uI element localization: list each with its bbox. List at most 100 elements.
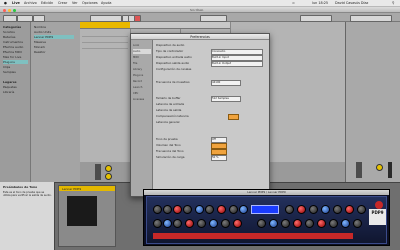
menu-ver[interactable]: Ver [72, 1, 78, 5]
buffer-size-select[interactable]: 512 Samples [211, 96, 241, 102]
synth-knob[interactable] [221, 219, 230, 228]
pan-knob[interactable] [105, 165, 112, 172]
volume-fader[interactable] [95, 164, 101, 180]
help-body: Este es el tono de prueba que se utiliza… [3, 191, 52, 197]
browser-category-plugins[interactable]: Plug-ins [3, 60, 28, 64]
pref-tab-cpu[interactable]: CPU [133, 91, 151, 96]
pref-tab-record[interactable]: Record [133, 79, 151, 84]
browser-category-clips[interactable]: Clips [3, 65, 10, 69]
browser-place-library[interactable]: Librería [3, 90, 14, 94]
master-volume-fader[interactable] [356, 162, 362, 178]
spotlight-icon[interactable]: ⚲ [392, 1, 394, 5]
file-item-monark[interactable]: Monark [34, 45, 45, 49]
tempo-field[interactable] [17, 15, 33, 22]
synth-knob[interactable] [239, 205, 248, 214]
audio-output-select[interactable]: Built-in Output [211, 61, 263, 67]
sample-rate-select[interactable]: 44100 [211, 80, 241, 86]
synth-knob[interactable] [163, 219, 172, 228]
pref-tab-plugins[interactable]: Plug-ins [133, 73, 151, 78]
menu-crear[interactable]: Crear [58, 1, 67, 5]
pref-tab-licenses[interactable]: Licenses [133, 97, 151, 102]
synth-knob[interactable] [321, 205, 330, 214]
synth-knob[interactable] [233, 219, 242, 228]
pref-tab-look[interactable]: Look [133, 43, 151, 48]
arrangement-position-field[interactable] [90, 15, 122, 22]
menubar-clock[interactable]: lun 18:25 [312, 1, 328, 5]
synth-knob[interactable] [297, 205, 306, 214]
loop-start-field[interactable] [200, 15, 227, 22]
pref-tab-audio[interactable]: Audio [133, 49, 151, 54]
menu-ayuda[interactable]: Ayuda [101, 1, 111, 5]
file-item-lennar[interactable]: Lennar PDP9 [34, 35, 74, 39]
synth-knob[interactable] [317, 219, 326, 228]
minimize-window-icon[interactable] [8, 8, 11, 12]
browser-category-samples[interactable]: Samples [3, 70, 16, 74]
menubar-user[interactable]: David Casasús Díaz [335, 1, 368, 5]
cpu-load-field[interactable]: 50 % [211, 155, 227, 161]
synth-knob[interactable] [205, 205, 214, 214]
synth-knob[interactable] [285, 205, 294, 214]
browser-category-max-for-live[interactable]: Max for Live [3, 55, 21, 59]
synth-knob[interactable] [281, 219, 290, 228]
time-signature-field[interactable] [33, 15, 45, 22]
synth-knob[interactable] [217, 205, 226, 214]
synth-knob[interactable] [345, 205, 354, 214]
synth-knob[interactable] [173, 219, 182, 228]
synth-knob[interactable] [229, 205, 238, 214]
browser-place-packs[interactable]: Paquetes [3, 85, 17, 89]
wifi-icon[interactable]: ≈ [292, 1, 295, 5]
master-pan-knob[interactable] [376, 164, 383, 171]
track-header[interactable] [130, 22, 180, 29]
file-folder-audio-units[interactable]: Audio Units [34, 30, 51, 34]
device-header[interactable]: Lennar PDP9 [59, 186, 115, 191]
browser-category-drums[interactable]: Baterías [3, 35, 15, 39]
synth-knob[interactable] [183, 205, 192, 214]
synth-knob[interactable] [209, 219, 218, 228]
synth-knob[interactable] [341, 219, 350, 228]
synth-knob[interactable] [185, 219, 194, 228]
apple-menu-icon[interactable]: ● [4, 1, 7, 5]
pref-tab-launch[interactable]: Launch [133, 85, 151, 90]
send-knob[interactable] [105, 173, 112, 180]
record-button[interactable] [134, 15, 141, 22]
menu-opciones[interactable]: Opciones [82, 1, 98, 5]
browser-category-sounds[interactable]: Sonidos [3, 30, 15, 34]
synth-knob[interactable] [197, 219, 206, 228]
pref-tab-file[interactable]: File [133, 61, 151, 66]
synth-knob[interactable] [173, 205, 182, 214]
synth-power-button[interactable] [375, 201, 383, 209]
key-midi-map-buttons[interactable] [300, 15, 332, 22]
zoom-window-icon[interactable] [13, 8, 16, 12]
synth-knob[interactable] [153, 205, 162, 214]
synth-knob[interactable] [353, 219, 362, 228]
synth-knob[interactable] [333, 205, 342, 214]
track-header[interactable] [80, 22, 130, 29]
synth-knob[interactable] [195, 205, 204, 214]
clip-slot[interactable] [82, 43, 128, 49]
close-window-icon[interactable] [3, 8, 6, 12]
pref-tab-library[interactable]: Library [133, 67, 151, 72]
track-header[interactable] [180, 22, 230, 29]
browser-category-instruments[interactable]: Instrumentos [3, 40, 23, 44]
file-item-reaktor[interactable]: Reaktor [34, 50, 46, 54]
synth-knob[interactable] [357, 205, 366, 214]
synth-knob[interactable] [293, 219, 302, 228]
pref-tab-midi[interactable]: MIDI [133, 55, 151, 60]
browser-category-audio-effects[interactable]: Efectos audio [3, 45, 23, 49]
device-panel: Lennar PDP9 [58, 185, 116, 247]
latency-compensation-field[interactable] [228, 114, 239, 120]
synth-knob[interactable] [153, 219, 162, 228]
synth-knob[interactable] [163, 205, 172, 214]
menu-archivo[interactable]: Archivo [24, 1, 37, 5]
menu-live[interactable]: Live [12, 1, 20, 5]
synth-knob[interactable] [257, 219, 266, 228]
synth-knob[interactable] [305, 219, 314, 228]
synth-knob[interactable] [269, 219, 278, 228]
browser-category-midi-effects[interactable]: Efectos MIDI [3, 50, 22, 54]
menu-edicion[interactable]: Edición [41, 1, 53, 5]
synth-knob[interactable] [309, 205, 318, 214]
synth-knob[interactable] [329, 219, 338, 228]
file-list-header: Nombre [34, 25, 46, 29]
tap-button[interactable] [3, 15, 17, 22]
file-item-massive[interactable]: Massive [34, 40, 46, 44]
